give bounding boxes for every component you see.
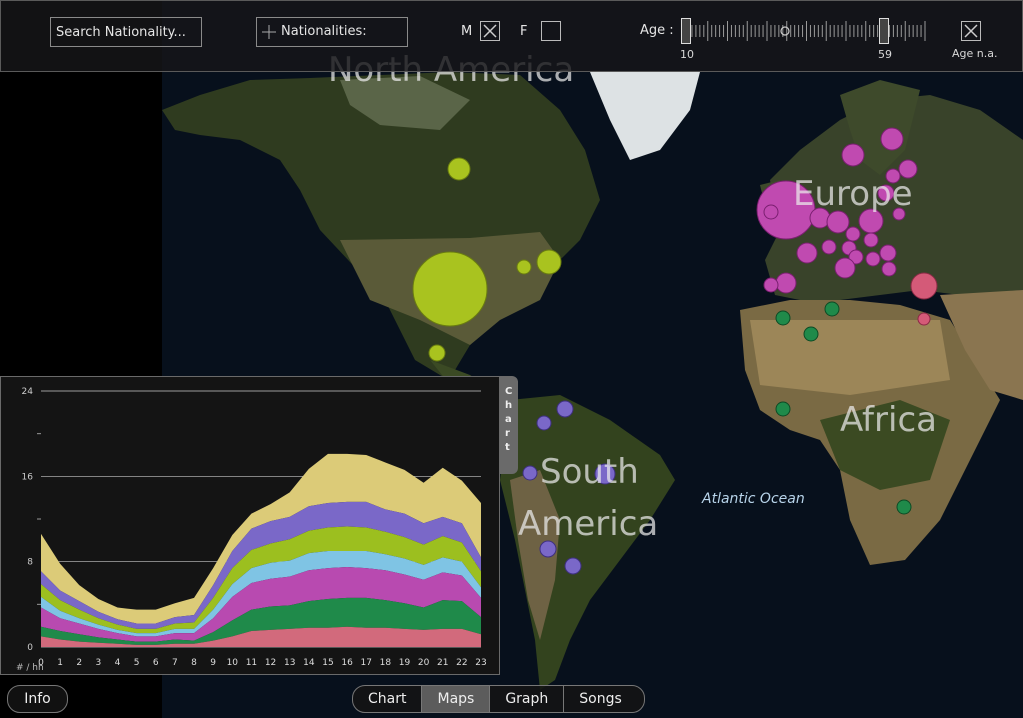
female-checkbox[interactable] — [541, 21, 561, 41]
x-tick-label: 4 — [115, 658, 121, 668]
chart-tab-letter: a — [505, 414, 512, 425]
chart-unit-label: # / hh — [16, 663, 44, 673]
age-min-value: 10 — [680, 48, 694, 61]
chart-tab-letter: C — [505, 386, 513, 397]
nationalities-label: Nationalities: — [281, 24, 367, 39]
x-tick-label: 23 — [475, 658, 486, 668]
x-tick-label: 20 — [418, 658, 430, 668]
x-tick-label: 9 — [210, 658, 216, 668]
y-tick-label: 16 — [22, 472, 34, 482]
x-tick-label: 7 — [172, 658, 178, 668]
tab-maps[interactable]: Maps — [422, 686, 491, 712]
tab-songs[interactable]: Songs — [564, 686, 644, 712]
x-tick-label: 16 — [341, 658, 353, 668]
x-tick-label: 15 — [322, 658, 333, 668]
x-tick-label: 21 — [437, 658, 448, 668]
chart-panel: 0 8 16 24 0 1 2 3 4 5 6 7 8 9 10 11 12 13 14 15 16 17 18 19 20 21… — [0, 376, 500, 675]
checked-x-icon — [964, 24, 978, 38]
x-tick-label: 2 — [76, 658, 82, 668]
map-label-south-america-2: America — [518, 504, 659, 544]
x-tick-label: 1 — [57, 658, 63, 668]
y-tick-label: 0 — [27, 643, 33, 653]
info-button[interactable]: Info — [7, 685, 68, 713]
age-label: Age : — [640, 23, 674, 38]
age-max-value: 59 — [878, 48, 892, 61]
map-label-africa: Africa — [840, 400, 937, 440]
toolbar: Nationalities: M F Age : 10 59 Age n.a. — [0, 0, 1023, 72]
x-tick-label: 14 — [303, 658, 315, 668]
age-max-handle[interactable] — [879, 18, 889, 44]
male-label: M — [461, 24, 473, 39]
tab-chart[interactable]: Chart — [353, 686, 423, 712]
x-tick-label: 8 — [191, 658, 197, 668]
x-tick-label: 22 — [456, 658, 467, 668]
sahara — [750, 320, 950, 395]
age-min-handle[interactable] — [681, 18, 691, 44]
plus-icon[interactable] — [262, 25, 276, 39]
chart-tab-letter: t — [505, 442, 510, 453]
y-tick-label: 24 — [22, 387, 34, 397]
chart-tab-letter: h — [505, 400, 513, 411]
search-input[interactable] — [50, 17, 202, 47]
x-tick-label: 6 — [153, 658, 159, 668]
x-tick-label: 11 — [246, 658, 257, 668]
checked-x-icon — [483, 24, 497, 38]
tab-graph[interactable]: Graph — [490, 686, 565, 712]
age-slider-ticks — [687, 21, 926, 41]
map-label-south-america-1: South — [540, 452, 639, 492]
x-tick-label: 3 — [96, 658, 102, 668]
nationalities-field[interactable]: Nationalities: — [256, 17, 408, 47]
x-tick-label: 13 — [284, 658, 295, 668]
x-tick-label: 17 — [360, 658, 371, 668]
chart-panel-tab[interactable]: Chart — [500, 376, 518, 474]
age-range-slider[interactable] — [684, 19, 929, 45]
y-tick-label: 8 — [27, 558, 33, 568]
x-tick-label: 18 — [380, 658, 392, 668]
map-label-europe: Europe — [793, 174, 913, 214]
x-tick-label: 5 — [134, 658, 140, 668]
chart-tab-letter: r — [505, 428, 510, 439]
x-tick-label: 12 — [265, 658, 276, 668]
hourly-area-chart[interactable]: 0816240 1 2 3 4 5 6 7 8 9 10 11 12 13 14 15 16 17 18 19 20 21… — [1, 377, 499, 674]
x-tick-label: 19 — [399, 658, 411, 668]
age-slider-midpoint — [780, 26, 790, 36]
age-na-label: Age n.a. — [952, 47, 998, 60]
map-label-atlantic: Atlantic Ocean — [702, 491, 805, 507]
male-checkbox[interactable] — [480, 21, 500, 41]
age-na-checkbox[interactable] — [961, 21, 981, 41]
female-label: F — [520, 24, 528, 39]
x-tick-label: 10 — [227, 658, 239, 668]
view-tabs: Chart Maps Graph Songs — [352, 685, 645, 713]
